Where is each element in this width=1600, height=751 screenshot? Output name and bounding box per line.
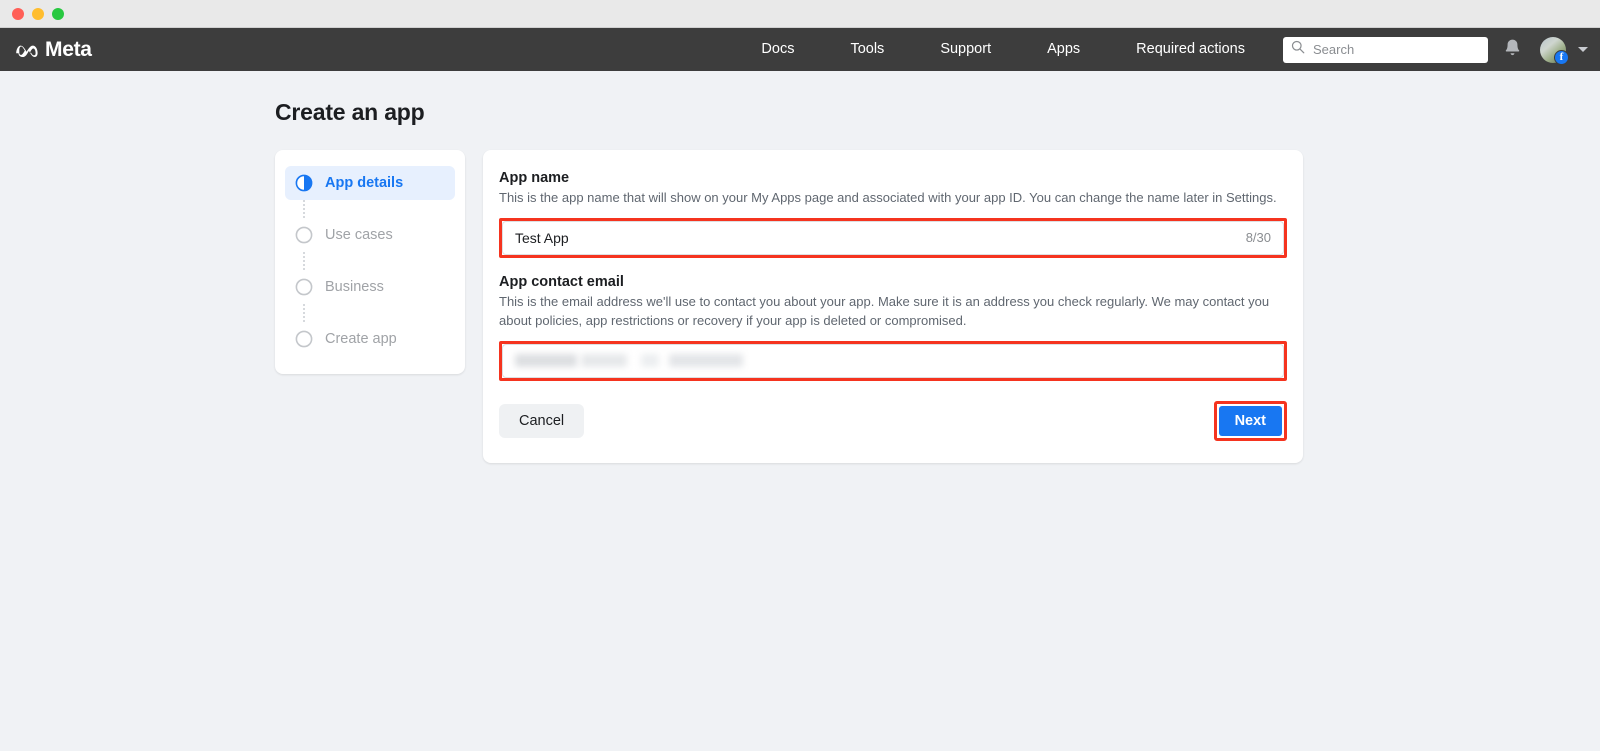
nav-link-docs[interactable]: Docs [733, 28, 822, 71]
nav-link-tools[interactable]: Tools [822, 28, 912, 71]
app-details-form-card: App name This is the app name that will … [483, 150, 1303, 463]
empty-circle-icon [295, 278, 313, 296]
nav-link-apps[interactable]: Apps [1019, 28, 1108, 71]
sidebar-item-create-app[interactable]: Create app [285, 322, 455, 356]
chevron-down-icon[interactable] [1578, 47, 1588, 52]
meta-infinity-icon [14, 41, 40, 59]
step-connector [303, 200, 305, 218]
nav-link-required-actions[interactable]: Required actions [1108, 28, 1273, 71]
facebook-badge-icon: f [1554, 49, 1569, 65]
app-name-input[interactable]: Test App 8/30 [502, 220, 1284, 255]
meta-wordmark: Meta [45, 38, 92, 61]
half-filled-circle-icon [295, 174, 313, 192]
search-input[interactable]: Search [1313, 43, 1480, 56]
empty-circle-icon [295, 330, 313, 348]
app-contact-email-redacted-value [515, 345, 1271, 377]
page-title: Create an app [275, 99, 425, 125]
notifications-button[interactable] [1488, 38, 1536, 62]
sidebar-item-label: Create app [325, 330, 397, 347]
app-contact-email-field-block: App contact email This is the email addr… [499, 274, 1287, 381]
sidebar-item-label: Use cases [325, 226, 393, 243]
form-actions: Cancel Next [499, 400, 1287, 441]
app-name-description: This is the app name that will show on y… [499, 190, 1277, 205]
sidebar-item-business[interactable]: Business [285, 270, 455, 304]
app-contact-email-input[interactable] [502, 343, 1284, 378]
sidebar-item-use-cases[interactable]: Use cases [285, 218, 455, 252]
sidebar-item-label: Business [325, 278, 384, 295]
top-navigation-bar: Meta Docs Tools Support Apps Required ac… [0, 28, 1600, 71]
app-contact-email-description: This is the email address we'll use to c… [499, 293, 1270, 328]
app-name-input-value: Test App [515, 229, 569, 246]
app-name-highlight-box: Test App 8/30 [499, 217, 1287, 258]
avatar[interactable]: f [1540, 36, 1569, 65]
window-minimize-button[interactable] [32, 7, 44, 20]
search-icon [1291, 40, 1305, 59]
sidebar-item-app-details[interactable]: App details [285, 166, 455, 200]
app-contact-email-highlight-box [499, 340, 1287, 381]
empty-circle-icon [295, 226, 313, 244]
page-body: Create an app App details Use cases Busi… [0, 71, 1600, 751]
next-button[interactable]: Next [1218, 405, 1282, 436]
cancel-button[interactable]: Cancel [499, 403, 585, 438]
app-contact-email-label: App contact email [499, 273, 624, 290]
app-name-field-block: App name This is the app name that will … [499, 170, 1287, 258]
app-name-label: App name [499, 170, 570, 186]
app-name-char-counter: 8/30 [1245, 230, 1271, 246]
bell-icon [1504, 38, 1521, 62]
step-connector [303, 252, 305, 270]
meta-logo[interactable]: Meta [14, 39, 92, 60]
primary-nav-links: Docs Tools Support Apps Required actions [733, 28, 1273, 71]
step-connector [303, 304, 305, 322]
stepper-card: App details Use cases Business Create ap… [275, 150, 465, 374]
next-highlight-box: Next [1213, 400, 1287, 441]
content-row: App details Use cases Business Create ap… [275, 150, 1600, 463]
nav-right-cluster: Search f [1283, 36, 1588, 65]
sidebar-item-label: App details [325, 174, 404, 191]
window-title-bar [0, 0, 1600, 28]
nav-link-support[interactable]: Support [912, 28, 1019, 71]
search-box[interactable]: Search [1283, 36, 1488, 63]
window-maximize-button[interactable] [52, 7, 64, 20]
window-close-button[interactable] [12, 7, 24, 20]
